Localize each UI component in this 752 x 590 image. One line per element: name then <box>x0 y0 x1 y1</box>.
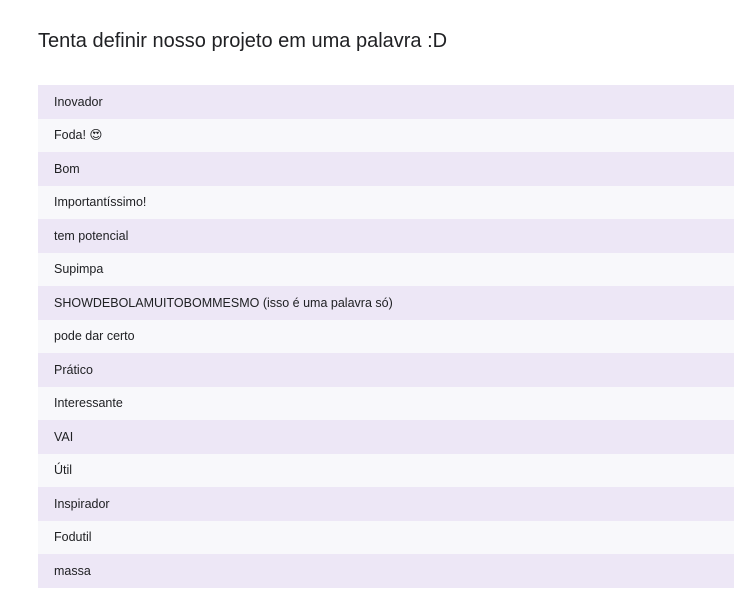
response-row: Inovador <box>38 85 734 119</box>
response-text: SHOWDEBOLAMUITOBOMMESMO (isso é uma pala… <box>54 295 393 310</box>
response-text: Supimpa <box>54 262 104 277</box>
question-summary-card: Tenta definir nosso projeto em uma palav… <box>0 0 752 590</box>
response-text: Prático <box>54 362 93 377</box>
response-text: massa <box>54 563 91 578</box>
response-text: Importantíssimo! <box>54 195 147 210</box>
response-row: Prático <box>38 353 734 387</box>
response-row: Supimpa <box>38 252 734 286</box>
response-text: VAI <box>54 429 74 444</box>
response-text: tem potencial <box>54 228 129 243</box>
response-row: Útil <box>38 453 734 487</box>
response-row: massa <box>38 554 734 588</box>
response-text: Útil <box>54 463 73 478</box>
response-text: Interessante <box>54 396 123 411</box>
response-row: Fodutil <box>38 520 734 554</box>
response-row: Importantíssimo! <box>38 185 734 219</box>
response-row: VAI <box>38 420 734 454</box>
response-row: Bom <box>38 152 734 186</box>
response-row: Foda! 😍 <box>38 118 734 152</box>
response-text: Bom <box>54 161 80 176</box>
response-text: Foda! 😍 <box>54 128 103 143</box>
responses-list: Inovador Foda! 😍 Bom Importantíssimo! te… <box>38 85 734 588</box>
response-text: Inspirador <box>54 496 110 511</box>
response-text: Fodutil <box>54 530 92 545</box>
response-row: tem potencial <box>38 219 734 253</box>
question-title: Tenta definir nosso projeto em uma palav… <box>38 30 448 52</box>
response-row: SHOWDEBOLAMUITOBOMMESMO (isso é uma pala… <box>38 286 734 320</box>
response-row: Inspirador <box>38 487 734 521</box>
response-text: pode dar certo <box>54 329 135 344</box>
response-text: Inovador <box>54 94 103 109</box>
response-row: Interessante <box>38 386 734 420</box>
response-row: pode dar certo <box>38 319 734 353</box>
